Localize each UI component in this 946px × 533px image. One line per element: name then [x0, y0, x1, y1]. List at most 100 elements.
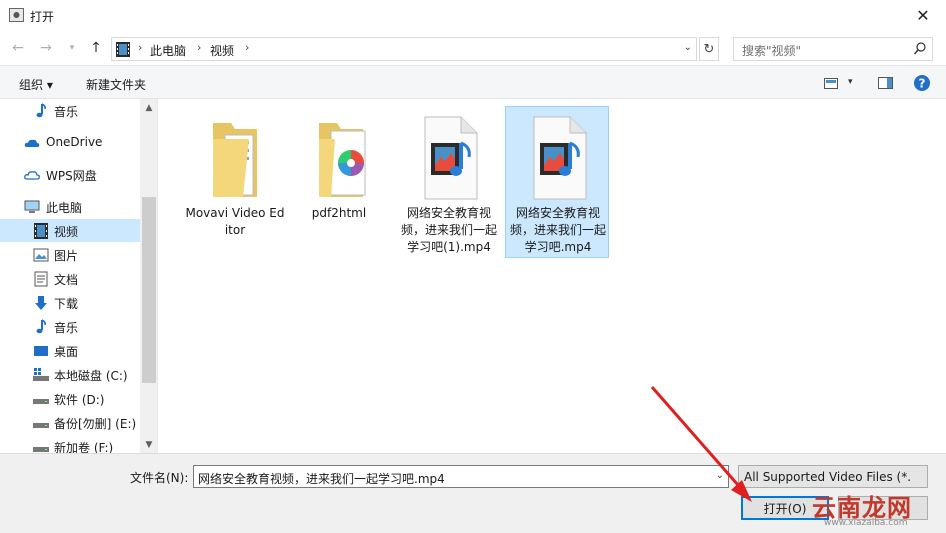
music-icon	[36, 103, 46, 118]
organize-button[interactable]: 组织 ▾	[19, 76, 53, 93]
breadcrumb-this-pc[interactable]: 此电脑	[150, 42, 186, 59]
chevron-down-icon: ▾	[69, 43, 75, 53]
file-name-bar: 文件名(N): 网络安全教育视频，进来我们一起学习吧.mp4 ⌄ All Sup…	[0, 453, 946, 533]
video-file-icon	[533, 116, 587, 200]
watermark: 云南龙网 www.xiazaiba.com	[812, 488, 942, 532]
nav-item-videos[interactable]: 视频	[0, 219, 140, 242]
file-name: pdf2html	[311, 206, 367, 220]
nav-label: 文档	[54, 273, 79, 287]
nav-label: 备份[勿删] (E:)	[54, 417, 137, 431]
command-bar: 组织 ▾ 新建文件夹 ▾ ?	[0, 65, 946, 99]
file-list: Movavi Video Editor pdf2html 网络安全教育视频，进来…	[159, 99, 946, 453]
drive-icon	[33, 423, 49, 428]
nav-item-desktop[interactable]: 桌面	[0, 339, 140, 362]
chevron-down-icon[interactable]: ⌄	[716, 470, 724, 481]
up-arrow-icon: ↑	[90, 40, 102, 56]
nav-item-drive-c[interactable]: 本地磁盘 (C:)	[0, 363, 140, 386]
scroll-down-icon[interactable]: ▼	[140, 436, 157, 453]
file-item-video[interactable]: 网络安全教育视频，进来我们一起学习吧(1).mp4	[397, 107, 501, 273]
search-input[interactable]: 搜索"视频"	[733, 37, 933, 61]
nav-label: 此电脑	[46, 201, 83, 215]
breadcrumb-separator-icon: ›	[197, 41, 202, 54]
file-name: 网络安全教育视频，进来我们一起学习吧(1).mp4	[400, 206, 497, 254]
refresh-icon: ↻	[703, 41, 715, 57]
search-placeholder: 搜索"视频"	[742, 44, 802, 58]
wps-cloud-icon	[24, 171, 40, 180]
nav-item-downloads[interactable]: 下载	[0, 291, 140, 314]
system-drive-icon	[33, 368, 49, 381]
view-options-chevron-icon[interactable]: ▾	[848, 77, 853, 87]
nav-item-wps-cloud[interactable]: WPS网盘	[0, 163, 140, 186]
drive-icon	[33, 399, 49, 404]
refresh-button[interactable]: ↻	[699, 37, 719, 61]
file-name: 网络安全教育视频，进来我们一起学习吧.mp4	[509, 206, 606, 254]
video-file-icon	[424, 116, 478, 200]
breadcrumb-separator-icon: ›	[245, 41, 250, 54]
nav-label: 音乐	[54, 105, 79, 119]
app-icon	[9, 8, 24, 22]
preview-pane-icon[interactable]	[878, 77, 893, 89]
address-row: ← → ▾ ↑ › 此电脑 › 视频 › ⌄ ↻ 搜索"视频"	[0, 31, 946, 65]
nav-label: OneDrive	[46, 135, 103, 149]
breadcrumb-separator-icon: ›	[138, 41, 143, 54]
nav-item-documents[interactable]: 文档	[0, 267, 140, 290]
scroll-up-icon[interactable]: ▲	[140, 99, 157, 116]
file-type-value: All Supported Video Files (*.	[744, 470, 912, 484]
back-arrow-icon: ←	[12, 40, 24, 56]
file-item-folder[interactable]: Movavi Video Editor	[183, 107, 287, 257]
title-bar: 打开 ✕	[0, 0, 946, 31]
watermark-url: www.xiazaiba.com	[824, 518, 908, 528]
close-icon: ✕	[916, 6, 930, 25]
new-folder-button[interactable]: 新建文件夹	[86, 76, 146, 93]
nav-label: 软件 (D:)	[54, 393, 105, 407]
up-button[interactable]: ↑	[86, 38, 106, 58]
nav-label: 桌面	[54, 345, 79, 359]
desktop-icon	[34, 346, 48, 356]
cloud-icon	[24, 139, 40, 147]
nav-item-music-top[interactable]: 音乐	[0, 99, 140, 122]
nav-label: 音乐	[54, 321, 79, 335]
computer-icon	[24, 200, 40, 213]
nav-label: WPS网盘	[46, 169, 97, 183]
forward-arrow-icon: →	[40, 40, 52, 56]
nav-label: 图片	[54, 249, 79, 263]
back-button[interactable]: ←	[8, 38, 28, 58]
breadcrumb-videos[interactable]: 视频	[210, 42, 234, 59]
file-type-filter[interactable]: All Supported Video Files (*.	[738, 465, 928, 488]
nav-label: 下载	[54, 297, 79, 311]
address-dropdown-icon[interactable]: ⌄	[684, 42, 692, 53]
svg-text:?: ?	[919, 77, 926, 91]
drive-icon	[33, 447, 49, 452]
video-folder-icon	[116, 42, 130, 57]
filename-value: 网络安全教育视频，进来我们一起学习吧.mp4	[198, 472, 445, 486]
filename-input[interactable]: 网络安全教育视频，进来我们一起学习吧.mp4 ⌄	[193, 465, 729, 488]
navigation-pane: 音乐 OneDrive WPS网盘 此电脑 视频 图片 文档 下载 音乐 桌面 …	[0, 99, 158, 453]
music-icon	[36, 319, 46, 334]
nav-scrollbar-thumb[interactable]	[142, 197, 156, 383]
nav-item-music[interactable]: 音乐	[0, 315, 140, 338]
recent-locations-button[interactable]: ▾	[62, 38, 82, 58]
close-button[interactable]: ✕	[900, 0, 946, 31]
file-item-video-selected[interactable]: 网络安全教育视频，进来我们一起学习吧.mp4	[505, 106, 609, 258]
forward-button[interactable]: →	[36, 38, 56, 58]
view-mode-icon[interactable]	[824, 78, 838, 89]
nav-item-onedrive[interactable]: OneDrive	[0, 131, 140, 154]
nav-label: 视频	[54, 225, 79, 239]
window-title: 打开	[30, 10, 55, 24]
nav-item-drive-e[interactable]: 备份[勿删] (E:)	[0, 411, 140, 434]
nav-item-drive-d[interactable]: 软件 (D:)	[0, 387, 140, 410]
documents-icon	[34, 271, 48, 287]
download-icon	[35, 296, 47, 310]
nav-label: 新加卷 (F:)	[54, 441, 114, 453]
search-icon	[914, 42, 926, 55]
nav-item-pictures[interactable]: 图片	[0, 243, 140, 266]
nav-label: 本地磁盘 (C:)	[54, 369, 128, 383]
video-folder-icon	[34, 223, 48, 239]
folder-icon	[213, 123, 257, 197]
nav-item-this-pc[interactable]: 此电脑	[0, 195, 140, 218]
help-icon[interactable]: ?	[914, 75, 930, 91]
file-item-folder[interactable]: pdf2html	[287, 107, 391, 237]
folder-icon	[319, 123, 366, 197]
nav-item-drive-f[interactable]: 新加卷 (F:)	[0, 435, 140, 453]
address-bar[interactable]: › 此电脑 › 视频 › ⌄	[111, 37, 697, 61]
